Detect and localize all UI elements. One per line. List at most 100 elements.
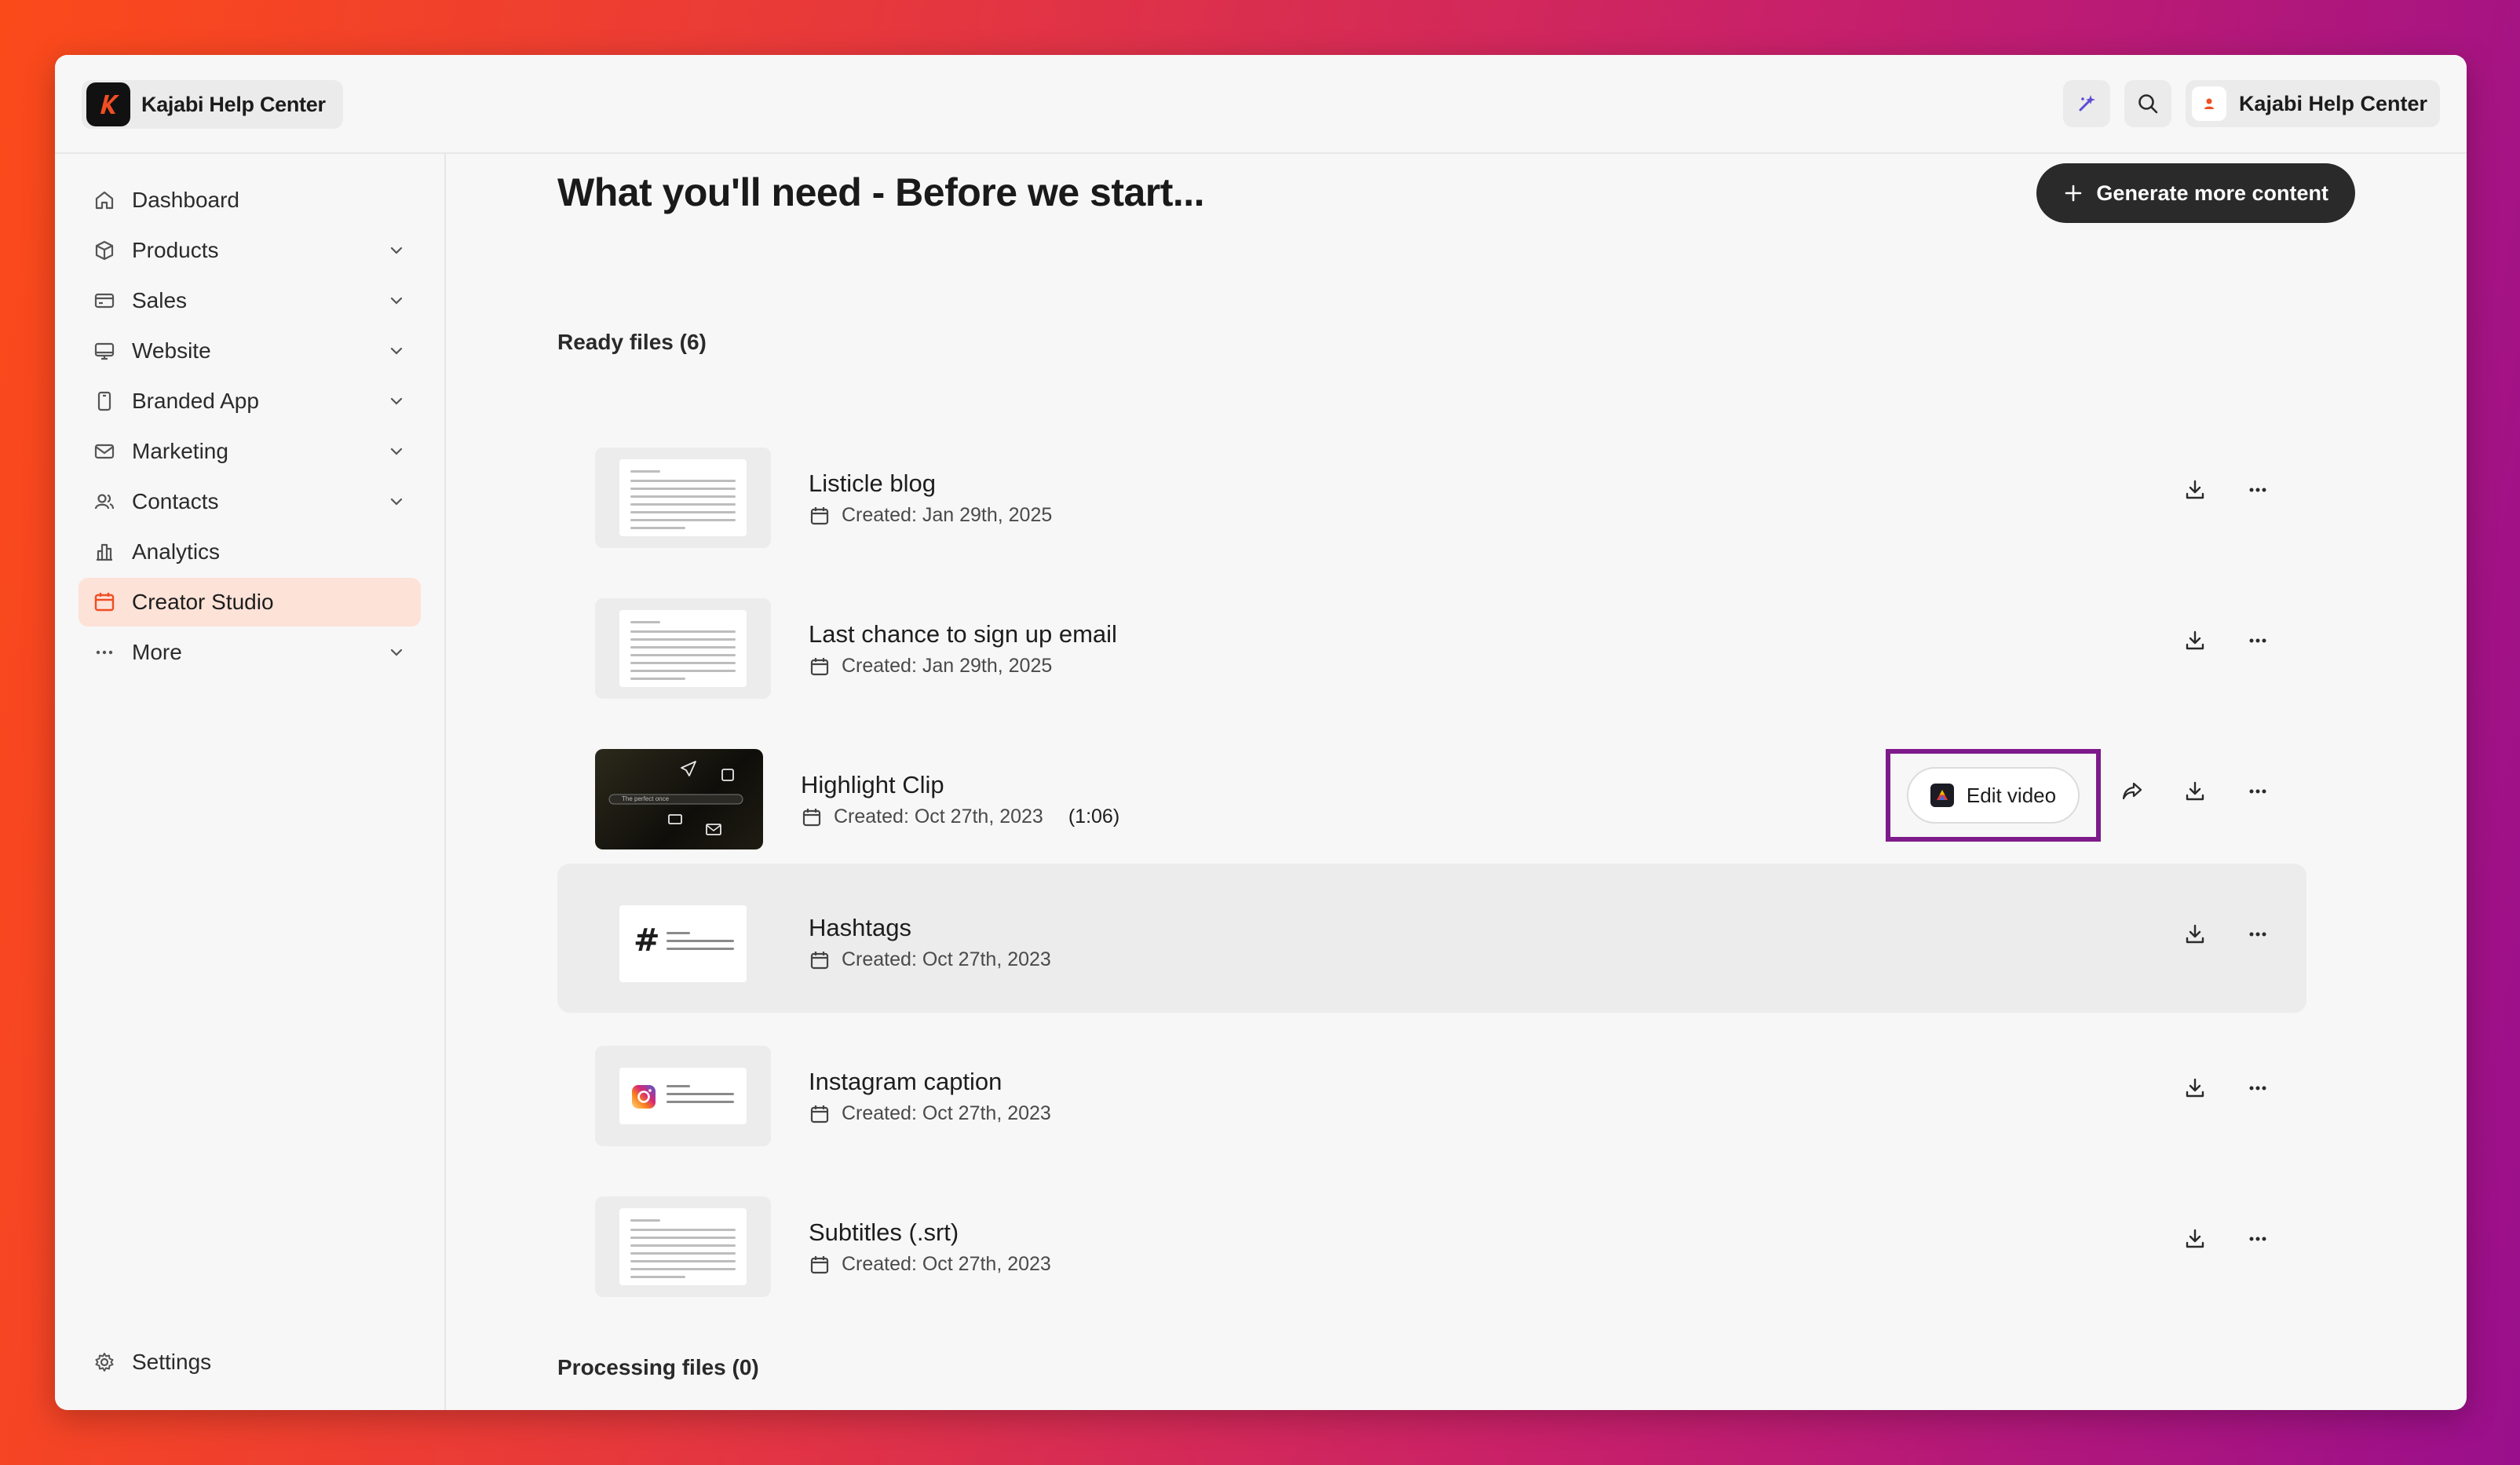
more-options-button[interactable] bbox=[2242, 1223, 2273, 1255]
chevron-down-icon[interactable] bbox=[385, 490, 408, 513]
sidebar-item-analytics[interactable]: Analytics bbox=[79, 528, 421, 576]
calendar-icon bbox=[810, 506, 829, 524]
sidebar-item-branded-app[interactable]: Branded App bbox=[79, 377, 421, 426]
sidebar-item-creator-studio[interactable]: Creator Studio bbox=[79, 578, 421, 627]
calendar-icon bbox=[91, 589, 118, 616]
box-icon bbox=[91, 237, 118, 264]
more-options-button[interactable] bbox=[2242, 919, 2273, 950]
kajabi-logo-icon bbox=[86, 82, 130, 126]
download-icon bbox=[2186, 1229, 2204, 1248]
more-options-button[interactable] bbox=[2242, 1072, 2273, 1104]
download-button[interactable] bbox=[2179, 625, 2211, 656]
sidebar-settings: Settings bbox=[79, 1338, 421, 1388]
more-options-button[interactable] bbox=[2242, 625, 2273, 656]
file-name: Subtitles (.srt) bbox=[809, 1218, 959, 1246]
ready-files-heading: Ready files (6) bbox=[557, 330, 707, 354]
chevron-down-icon[interactable] bbox=[385, 440, 408, 463]
calendar-icon bbox=[810, 1105, 829, 1123]
brand-switcher[interactable]: Kajabi Help Center bbox=[82, 80, 343, 129]
sidebar-item-contacts[interactable]: Contacts bbox=[79, 477, 421, 526]
home-icon bbox=[91, 187, 118, 214]
sidebar-item-more[interactable]: More bbox=[79, 628, 421, 677]
sidebar-item-products[interactable]: Products bbox=[79, 226, 421, 275]
file-row-last-chance-email[interactable]: Last chance to sign up email Created: Ja… bbox=[557, 575, 2306, 724]
gear-icon bbox=[91, 1349, 118, 1375]
video-search-text: The perfect once bbox=[622, 795, 670, 802]
document-thumbnail bbox=[595, 448, 771, 548]
ai-sparkle-button[interactable] bbox=[2062, 80, 2110, 127]
file-row-listicle-blog[interactable]: Listicle blog Created: Jan 29th, 2025 bbox=[557, 424, 2306, 573]
download-button[interactable] bbox=[2179, 776, 2211, 807]
chevron-down-icon[interactable] bbox=[385, 389, 408, 413]
file-info: Instagram caption Created: Oct 27th, 202… bbox=[809, 1068, 1051, 1125]
chevron-down-icon[interactable] bbox=[385, 339, 408, 363]
share-icon bbox=[2122, 782, 2142, 800]
file-name: Last chance to sign up email bbox=[809, 620, 1117, 648]
hashtag-icon: # bbox=[634, 922, 660, 959]
ellipsis-icon bbox=[2249, 488, 2266, 492]
row-actions bbox=[2179, 919, 2273, 950]
file-name: Instagram caption bbox=[809, 1068, 1003, 1095]
instagram-thumbnail bbox=[595, 1046, 771, 1146]
app-window: Kajabi Help Center Kajabi Help Center Da… bbox=[55, 55, 2467, 1410]
file-row-instagram-caption[interactable]: Instagram caption Created: Oct 27th, 202… bbox=[557, 1022, 2306, 1171]
generate-more-content-button[interactable]: Generate more content bbox=[2036, 163, 2355, 223]
sidebar-item-label: Analytics bbox=[132, 539, 221, 564]
download-button[interactable] bbox=[2179, 919, 2211, 950]
file-meta: Created: Jan 29th, 2025 bbox=[809, 504, 1052, 527]
file-row-highlight-clip[interactable]: The perfect once Highlight Clip Created:… bbox=[557, 725, 2306, 875]
top-actions: Kajabi Help Center bbox=[2062, 80, 2440, 127]
sidebar-item-label: Creator Studio bbox=[132, 590, 274, 614]
ellipsis-icon bbox=[2249, 932, 2266, 937]
chevron-down-icon[interactable] bbox=[385, 641, 408, 664]
bar-chart-icon bbox=[91, 539, 118, 565]
download-button[interactable] bbox=[2179, 1223, 2211, 1255]
sidebar-item-sales[interactable]: Sales bbox=[79, 276, 421, 325]
sidebar-item-marketing[interactable]: Marketing bbox=[79, 427, 421, 476]
sidebar-item-label: Branded App bbox=[132, 389, 259, 413]
edit-video-highlight: Edit video bbox=[1886, 749, 2101, 842]
download-icon bbox=[2186, 1078, 2204, 1098]
generate-button-label: Generate more content bbox=[2096, 181, 2328, 205]
chevron-down-icon[interactable] bbox=[385, 289, 408, 312]
edit-video-button[interactable]: Edit video bbox=[1906, 767, 2080, 824]
video-thumbnail: The perfect once bbox=[595, 749, 763, 849]
share-button[interactable] bbox=[2116, 776, 2148, 807]
file-name: Hashtags bbox=[809, 914, 911, 941]
sidebar-item-label: Contacts bbox=[132, 489, 219, 513]
ellipsis-icon bbox=[2249, 1086, 2266, 1091]
canva-logo-icon bbox=[1930, 784, 1954, 807]
more-options-button[interactable] bbox=[2242, 474, 2273, 506]
sidebar-item-label: Products bbox=[132, 238, 219, 262]
file-name: Highlight Clip bbox=[801, 771, 944, 798]
file-row-subtitles[interactable]: Subtitles (.srt) Created: Oct 27th, 2023 bbox=[557, 1173, 2306, 1322]
ellipsis-icon bbox=[2249, 789, 2266, 794]
calendar-icon bbox=[810, 657, 829, 675]
video-duration: (1:06) bbox=[1068, 806, 1120, 827]
download-icon bbox=[2186, 480, 2204, 499]
download-button[interactable] bbox=[2179, 1072, 2211, 1104]
search-button[interactable] bbox=[2124, 80, 2171, 127]
calendar-icon bbox=[810, 951, 829, 969]
sidebar-item-dashboard[interactable]: Dashboard bbox=[79, 176, 421, 225]
mail-icon bbox=[91, 438, 118, 465]
sparkle-icon bbox=[2079, 95, 2095, 111]
file-meta: Created: Oct 27th, 2023 (1:06) bbox=[801, 806, 1119, 828]
video-preview-graphic bbox=[608, 761, 743, 835]
account-menu-button[interactable]: Kajabi Help Center bbox=[2185, 80, 2440, 127]
chevron-down-icon[interactable] bbox=[385, 239, 408, 262]
file-created-date: Created: Oct 27th, 2023 bbox=[842, 1253, 1051, 1275]
edit-video-label: Edit video bbox=[1966, 783, 2057, 807]
file-info: Listicle blog Created: Jan 29th, 2025 bbox=[809, 469, 1052, 527]
file-meta: Created: Oct 27th, 2023 bbox=[809, 1102, 1051, 1125]
download-button[interactable] bbox=[2179, 474, 2211, 506]
sidebar-item-website[interactable]: Website bbox=[79, 327, 421, 375]
sidebar-item-settings[interactable]: Settings bbox=[79, 1338, 421, 1386]
search-icon bbox=[2138, 94, 2158, 114]
row-actions bbox=[2116, 776, 2273, 807]
file-row-hashtags[interactable]: # Hashtags Created: Oct 27th, 2023 bbox=[557, 864, 2306, 1013]
download-icon bbox=[2186, 630, 2204, 650]
more-options-button[interactable] bbox=[2242, 776, 2273, 807]
ellipsis-icon bbox=[2249, 1237, 2266, 1241]
processing-files-heading: Processing files (0) bbox=[557, 1355, 759, 1379]
